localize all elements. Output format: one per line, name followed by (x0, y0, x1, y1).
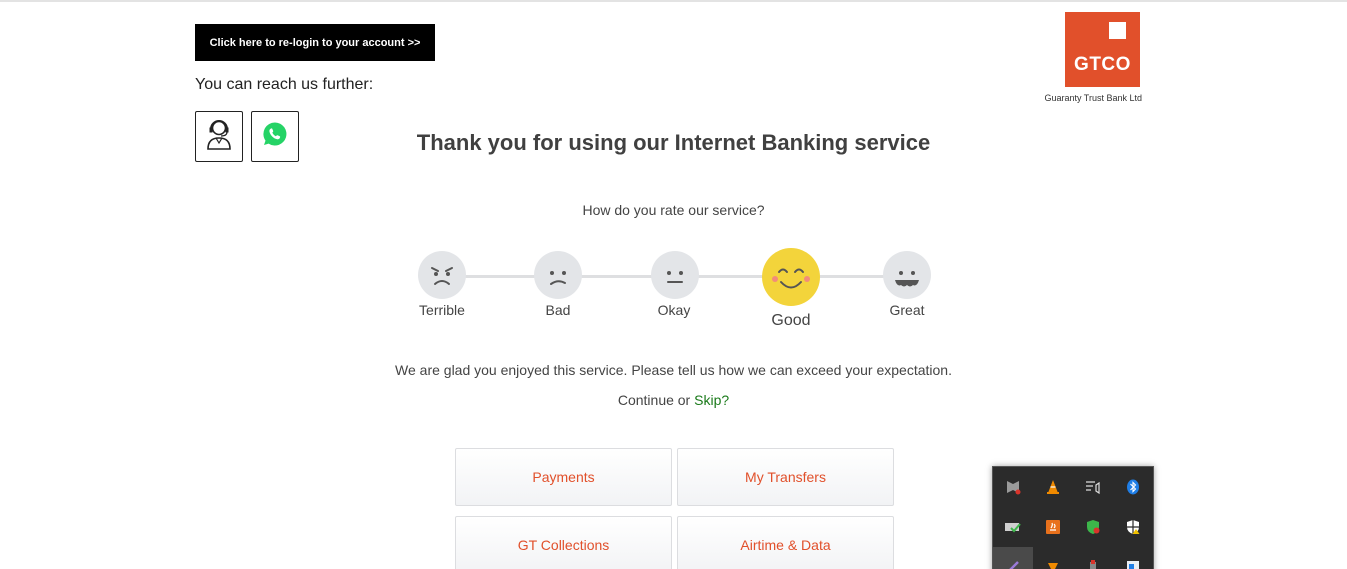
tile-payments[interactable]: Payments (455, 448, 672, 506)
neutral-face-icon (667, 271, 683, 283)
rating-okay-face[interactable] (651, 251, 699, 299)
rating-label-okay: Okay (657, 302, 691, 318)
vlc-icon[interactable] (1033, 467, 1073, 507)
vlc-small-icon[interactable] (1033, 547, 1073, 569)
logo-text: GTCO (1074, 54, 1131, 75)
rating-label-good: Good (771, 312, 811, 329)
tile-airtime-data[interactable]: Airtime & Data (677, 516, 894, 569)
gtco-logo: GTCO (1065, 12, 1140, 87)
rating-good-face[interactable] (762, 248, 820, 306)
skip-link[interactable]: Skip? (694, 392, 729, 408)
logo-square (1109, 22, 1126, 39)
rating-label-terrible: Terrible (419, 302, 465, 318)
continue-text: Continue or (617, 392, 695, 408)
usb-device-icon[interactable] (1073, 547, 1113, 569)
pen-icon[interactable] (993, 547, 1033, 569)
rating-bad-face[interactable] (534, 251, 582, 299)
mcafee-icon[interactable] (993, 467, 1033, 507)
page-title: Thank you for using our Internet Banking… (416, 130, 931, 155)
rating-label-great: Great (889, 302, 925, 318)
logo-subtitle: Guaranty Trust Bank Ltd (1044, 93, 1142, 103)
rating-question: How do you rate our service? (582, 202, 765, 218)
shield-update-icon[interactable] (1073, 507, 1113, 547)
tile-my-transfers[interactable]: My Transfers (677, 448, 894, 506)
tile-gt-collections[interactable]: GT Collections (455, 516, 672, 569)
reach-us-label: You can reach us further: (195, 76, 374, 93)
grin-face-icon (895, 271, 919, 287)
continue-line: Continue or Skip? (0, 392, 1347, 408)
playlist-icon[interactable] (1073, 467, 1113, 507)
happy-face-icon (772, 268, 810, 289)
relogin-button[interactable]: Click here to re-login to your account >… (195, 24, 435, 61)
angry-face-icon (431, 267, 453, 285)
rating-great-face[interactable] (883, 251, 931, 299)
system-tray-overflow (992, 466, 1154, 569)
security-center-icon[interactable] (1113, 507, 1153, 547)
network-check-icon[interactable] (993, 507, 1033, 547)
sad-face-icon (550, 271, 566, 285)
bluetooth-icon[interactable] (1113, 467, 1153, 507)
rating-terrible-face[interactable] (418, 251, 466, 299)
top-divider (0, 0, 1347, 2)
document-icon[interactable] (1113, 547, 1153, 569)
feedback-message: We are glad you enjoyed this service. Pl… (395, 362, 952, 378)
java-icon[interactable] (1033, 507, 1073, 547)
rating-label-bad: Bad (545, 302, 571, 318)
